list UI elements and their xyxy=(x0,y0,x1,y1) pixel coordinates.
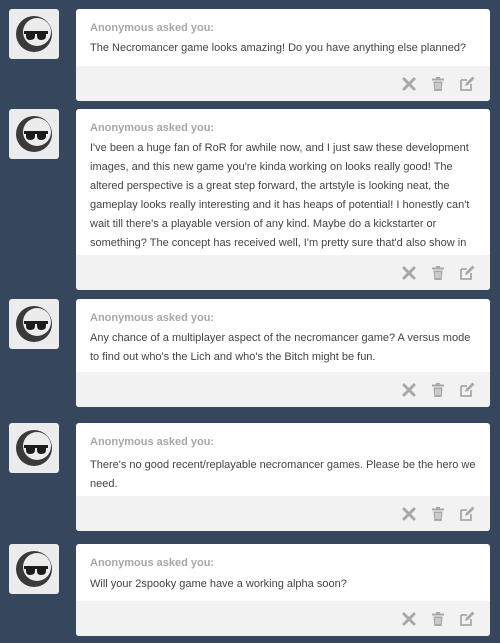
asker-label: Anonymous asked you: xyxy=(90,122,215,134)
question-text: The Necromancer game looks amazing! Do y… xyxy=(90,42,467,54)
post-footer xyxy=(76,496,490,531)
anonymous-sunglasses-icon xyxy=(16,430,52,466)
question-text: There's no good recent/replayable necrom… xyxy=(90,459,476,490)
ask-card: Anonymous asked you: Will your 2spooky g… xyxy=(76,544,490,636)
avatar[interactable] xyxy=(9,109,59,159)
edit-icon[interactable] xyxy=(457,609,477,629)
ask-card: Anonymous asked you: There's no good rec… xyxy=(76,423,490,531)
asker-label: Anonymous asked you: xyxy=(90,312,215,324)
delete-x-icon[interactable] xyxy=(399,504,419,524)
delete-x-icon[interactable] xyxy=(399,263,419,283)
delete-x-icon[interactable] xyxy=(399,380,419,400)
anonymous-sunglasses-icon xyxy=(16,551,52,587)
anonymous-sunglasses-icon xyxy=(16,16,52,52)
post-footer xyxy=(76,601,490,636)
question-text: Any chance of a multiplayer aspect of th… xyxy=(90,332,471,363)
avatar[interactable] xyxy=(9,9,59,59)
ask-card: Anonymous asked you: I've been a huge fa… xyxy=(76,109,490,290)
trash-icon[interactable] xyxy=(428,74,448,94)
delete-x-icon[interactable] xyxy=(399,609,419,629)
trash-icon[interactable] xyxy=(428,609,448,629)
avatar[interactable] xyxy=(9,299,59,349)
avatar[interactable] xyxy=(9,544,59,594)
edit-icon[interactable] xyxy=(457,504,477,524)
trash-icon[interactable] xyxy=(428,263,448,283)
post-footer xyxy=(76,255,490,290)
edit-icon[interactable] xyxy=(457,380,477,400)
question-text: I've been a huge fan of RoR for awhile n… xyxy=(90,142,470,268)
ask-card: Anonymous asked you: The Necromancer gam… xyxy=(76,9,490,101)
question-text: Will your 2spooky game have a working al… xyxy=(90,578,347,590)
trash-icon[interactable] xyxy=(428,504,448,524)
trash-icon[interactable] xyxy=(428,380,448,400)
post-footer xyxy=(76,372,490,407)
anonymous-sunglasses-icon xyxy=(16,116,52,152)
edit-icon[interactable] xyxy=(457,263,477,283)
anonymous-sunglasses-icon xyxy=(16,306,52,342)
post-footer xyxy=(76,66,490,101)
avatar[interactable] xyxy=(9,423,59,473)
asker-label: Anonymous asked you: xyxy=(90,22,215,34)
asker-label: Anonymous asked you: xyxy=(90,436,215,448)
edit-icon[interactable] xyxy=(457,74,477,94)
delete-x-icon[interactable] xyxy=(399,74,419,94)
asker-label: Anonymous asked you: xyxy=(90,557,215,569)
ask-card: Anonymous asked you: Any chance of a mul… xyxy=(76,299,490,407)
